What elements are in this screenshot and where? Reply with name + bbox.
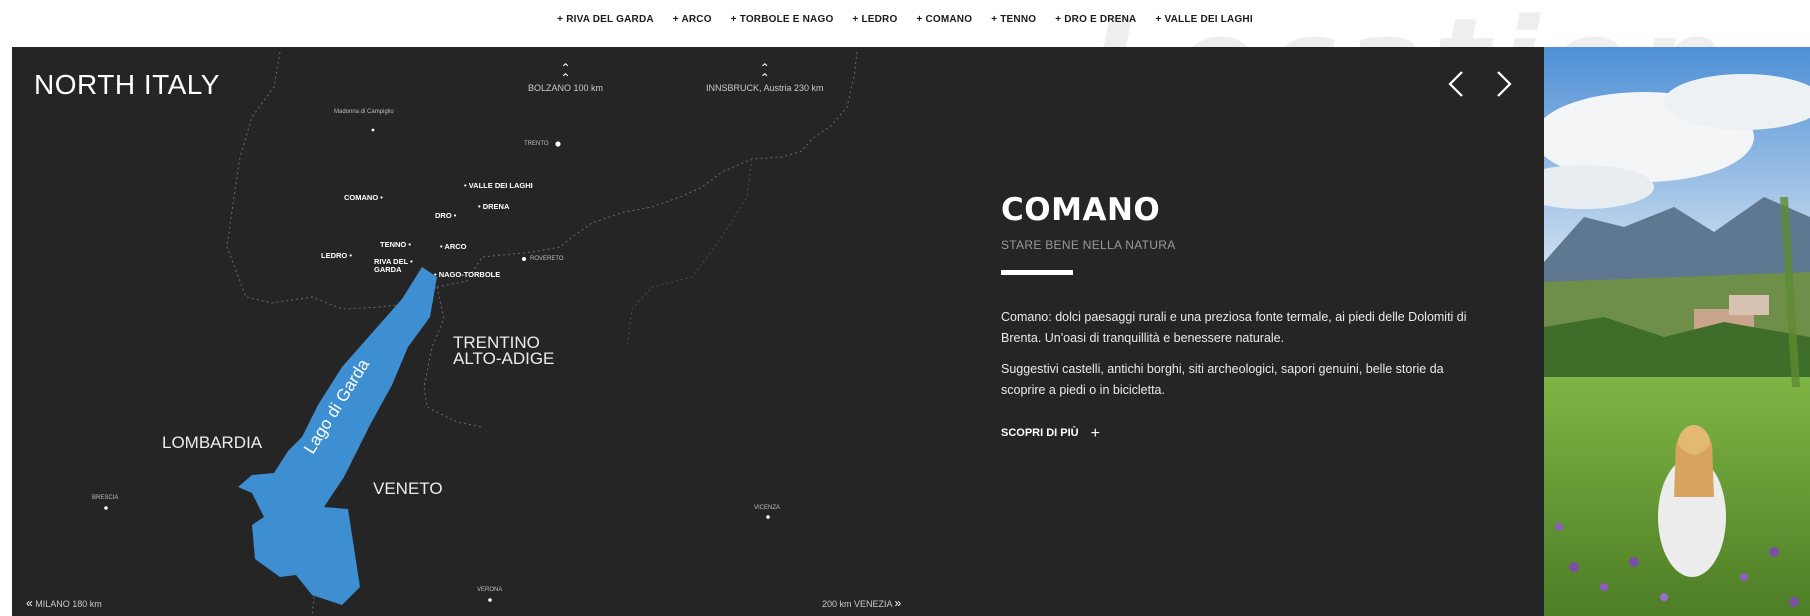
- landscape-image: [1544, 47, 1810, 616]
- destination-description-1: Comano: dolci paesaggi rurali e una prez…: [1001, 310, 1467, 345]
- bolzano-label: BOLZANO 100 km: [528, 83, 604, 93]
- top-navigation: Location + RIVA DEL GARDA + ARCO + TORBO…: [0, 0, 1810, 74]
- town-valle-dei-laghi[interactable]: • VALLE DEI LAGHI: [464, 181, 533, 190]
- nav-tenno[interactable]: + TENNO: [991, 14, 1036, 25]
- chevron-up-icon: ⌃ ⌃: [759, 61, 770, 85]
- town-riva-del-garda[interactable]: RIVA DEL • GARDA: [374, 258, 413, 274]
- verona-dot: [488, 598, 492, 602]
- rovereto-dot: [522, 257, 526, 261]
- nav-valle-dei-laghi[interactable]: + VALLE DEI LAGHI: [1155, 14, 1252, 25]
- destination-photo: [1544, 47, 1810, 616]
- region-trentino: TRENTINO ALTO-ADIGE: [453, 334, 555, 368]
- nav-arco[interactable]: + ARCO: [673, 14, 712, 25]
- slider-arrows: [1444, 69, 1516, 104]
- next-button[interactable]: [1492, 69, 1516, 99]
- west-milano[interactable]: « MILANO 180 km: [26, 596, 102, 610]
- destination-panel: COMANO STARE BENE NELLA NATURA Comano: d…: [1001, 192, 1471, 443]
- nav-comano[interactable]: + COMANO: [916, 14, 972, 25]
- chevron-right-icon: [1497, 71, 1513, 97]
- city-verona: VERONA: [477, 587, 503, 593]
- city-rovereto: ROVERETO: [530, 256, 564, 262]
- innsbruck-label: INNSBRUCK, Austria 230 km: [706, 83, 824, 93]
- discover-more-label: SCOPRI DI PIÙ: [1001, 427, 1079, 439]
- vicenza-dot: [766, 515, 770, 519]
- destination-description-2: Suggestivi castelli, antichi borghi, sit…: [1001, 362, 1444, 397]
- town-tenno[interactable]: TENNO •: [380, 240, 411, 249]
- town-drena[interactable]: • DRENA: [478, 202, 509, 211]
- north-innsbruck[interactable]: ⌃ ⌃ INNSBRUCK, Austria 230 km: [706, 61, 824, 93]
- lake-garda-shape: [238, 267, 437, 605]
- madonna-dot: [371, 128, 375, 132]
- region-trentino-line-2: ALTO-ADIGE: [453, 349, 555, 368]
- city-vicenza: VICENZA: [754, 505, 781, 511]
- chevron-left-icon: [1448, 71, 1463, 97]
- town-comano[interactable]: COMANO •: [344, 193, 383, 202]
- border-line: [626, 158, 753, 348]
- title-divider: [1001, 270, 1073, 275]
- nav-riva-del-garda[interactable]: + RIVA DEL GARDA: [557, 14, 654, 25]
- nav-dro-e-drena[interactable]: + DRO E DRENA: [1055, 14, 1136, 25]
- plus-icon: +: [1090, 425, 1100, 442]
- chevrons-right-icon: »: [894, 596, 902, 610]
- east-venezia[interactable]: 200 km VENEZIA »: [822, 596, 901, 610]
- town-ledro[interactable]: LEDRO •: [321, 251, 352, 260]
- map-title: NORTH ITALY: [34, 69, 220, 100]
- chevron-up-icon: ⌃ ⌃: [560, 61, 571, 85]
- city-brescia: BRESCIA: [92, 495, 119, 501]
- map-stage: NORTH ITALY ⌃ ⌃ BOLZANO 100 km ⌃ ⌃ INNSBRU…: [12, 47, 1544, 616]
- nav-items: + RIVA DEL GARDA + ARCO + TORBOLE E NAGO…: [0, 14, 1810, 25]
- chevrons-left-icon: «: [26, 596, 33, 610]
- discover-more-link[interactable]: SCOPRI DI PIÙ +: [1001, 425, 1100, 443]
- prev-button[interactable]: [1444, 69, 1468, 99]
- north-bolzano[interactable]: ⌃ ⌃ BOLZANO 100 km: [528, 61, 604, 93]
- nav-ledro[interactable]: + LEDRO: [852, 14, 897, 25]
- region-lombardia: LOMBARDIA: [162, 433, 263, 452]
- milano-label: MILANO 180 km: [35, 599, 102, 609]
- region-map: [104, 51, 858, 616]
- town-nago-torbole[interactable]: • NAGO-TORBOLE: [434, 270, 500, 279]
- trento-dot: [555, 141, 561, 147]
- city-madonna: Madonna di Campiglio: [334, 109, 394, 115]
- destination-title: COMANO: [1001, 192, 1161, 228]
- city-trento: TRENTO: [524, 141, 549, 147]
- brescia-dot: [104, 506, 108, 510]
- town-riva-line-2: GARDA: [374, 265, 402, 274]
- town-arco[interactable]: • ARCO: [440, 242, 467, 251]
- venezia-label: 200 km VENEZIA: [822, 599, 893, 609]
- town-dro[interactable]: DRO •: [435, 211, 456, 220]
- region-veneto: VENETO: [373, 479, 443, 498]
- destination-subtitle: STARE BENE NELLA NATURA: [1001, 238, 1176, 252]
- nav-torbole-e-nago[interactable]: + TORBOLE E NAGO: [731, 14, 834, 25]
